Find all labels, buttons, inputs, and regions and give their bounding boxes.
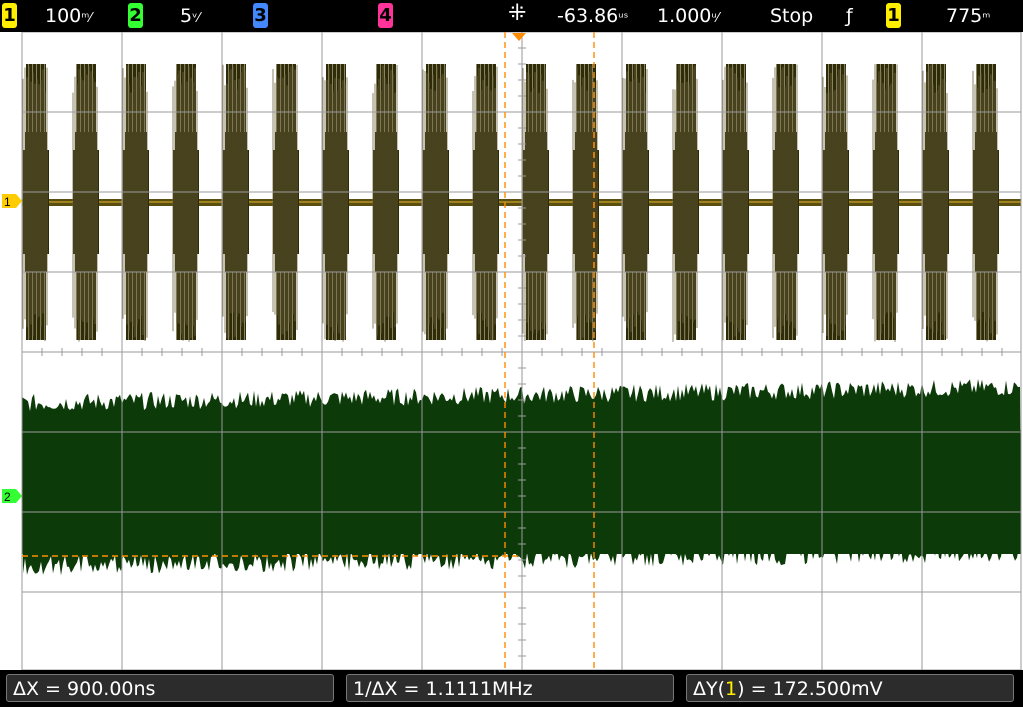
trigger-level-value: 775 bbox=[946, 5, 983, 27]
ch3-indicator[interactable]: 3 bbox=[253, 3, 268, 28]
delta-y-suffix: ) = 172.500mV bbox=[737, 678, 883, 700]
ch1-ground-marker[interactable]: 1 bbox=[2, 194, 22, 209]
trigger-delay-value: -63.86 bbox=[557, 5, 619, 27]
ch1-indicator[interactable]: 1 bbox=[2, 3, 17, 28]
trigger-delay-readout[interactable]: -63.86ᵘˢ bbox=[557, 4, 628, 31]
trigger-level-readout[interactable]: 775ᵐ bbox=[946, 4, 990, 31]
trigger-level-units-glyph: ᵐ bbox=[982, 11, 991, 26]
timebase-units-glyph: ᵘ⁄ bbox=[711, 11, 719, 26]
delta-y-prefix: ΔY( bbox=[693, 678, 726, 700]
ch2-scale-value: 5 bbox=[180, 5, 193, 27]
timebase-readout[interactable]: 1.000ᵘ⁄ bbox=[657, 4, 719, 31]
ch4-indicator[interactable]: 4 bbox=[378, 3, 393, 28]
delta-x-readout[interactable]: ΔX = 900.00ns bbox=[6, 674, 334, 702]
ch1-scale-value: 100 bbox=[45, 5, 82, 27]
delay-units-glyph: ᵘˢ bbox=[618, 11, 629, 26]
status-bar: 1 100ᵐ⁄ 2 5ᵛ⁄ 3 4 ⁜ -63.86ᵘˢ 1.000ᵘ⁄ Sto… bbox=[0, 0, 1023, 32]
ch2-marker-label: 2 bbox=[4, 490, 11, 504]
ch2-ground-marker[interactable]: 2 bbox=[2, 489, 22, 504]
ch1-marker-label: 1 bbox=[4, 195, 11, 209]
waveform-canvas: 1 2 bbox=[2, 32, 1022, 670]
trigger-edge-icon: ƒ bbox=[846, 5, 853, 27]
ch2-indicator[interactable]: 2 bbox=[128, 3, 143, 28]
waveform-display[interactable]: 1 2 bbox=[0, 32, 1023, 670]
inverse-delta-x-readout[interactable]: 1/ΔX = 1.1111MHz bbox=[346, 674, 674, 702]
ch1-scale-readout[interactable]: 100ᵐ⁄ bbox=[45, 4, 92, 31]
trigger-position-arrow bbox=[512, 33, 526, 41]
delta-y-readout[interactable]: ΔY(1) = 172.500mV bbox=[686, 674, 1014, 702]
ch1-units-glyph: ᵐ⁄ bbox=[81, 11, 92, 26]
trigger-source-indicator[interactable]: 1 bbox=[886, 3, 901, 28]
graticule bbox=[21, 32, 1022, 670]
run-state[interactable]: Stop bbox=[770, 4, 813, 28]
timebase-value: 1.000 bbox=[657, 5, 712, 27]
ch2-scale-readout[interactable]: 5ᵛ⁄ bbox=[180, 4, 200, 31]
delta-y-channel: 1 bbox=[725, 678, 738, 700]
trigger-delay-icon: ⁜ bbox=[508, 1, 527, 26]
measurement-bar: ΔX = 900.00ns 1/ΔX = 1.1111MHz ΔY(1) = 1… bbox=[0, 670, 1023, 707]
trigger-marker bbox=[512, 33, 526, 41]
ch2-units-glyph: ᵛ⁄ bbox=[192, 11, 200, 26]
